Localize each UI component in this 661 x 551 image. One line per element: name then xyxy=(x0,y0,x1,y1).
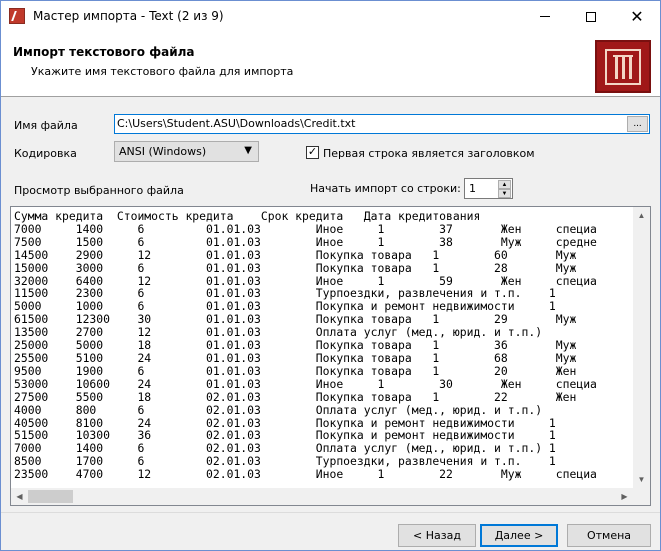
preview-line: Сумма кредита Стоимость кредита Срок кре… xyxy=(14,210,481,223)
app-icon xyxy=(9,8,25,24)
wizard-header: Импорт текстового файла Укажите имя текс… xyxy=(1,32,660,97)
preview-line: 23500 4700 12 02.01.03 Иное 1 22 Муж спе… xyxy=(14,467,597,482)
horizontal-scrollbar[interactable]: ◀ ▶ xyxy=(11,488,633,505)
chevron-down-icon: ▼ xyxy=(244,145,252,156)
title-bar[interactable]: Мастер импорта - Text (2 из 9) ✕ xyxy=(1,1,660,32)
back-button[interactable]: < Назад xyxy=(398,524,476,547)
minimize-icon xyxy=(540,16,550,17)
start-row-stepper[interactable]: 1 ▲ ▼ xyxy=(464,178,513,199)
file-name-label: Имя файла xyxy=(14,119,78,132)
encoding-label: Кодировка xyxy=(14,147,77,160)
scrollbar-corner xyxy=(633,488,650,505)
preview-line: 7000 1400 6 01.01.03 Иное 1 37 Жен специ… xyxy=(14,221,597,236)
header-title: Импорт текстового файла xyxy=(13,45,195,59)
preview-line: 25500 5100 24 01.01.03 Покупка товара 1 … xyxy=(14,350,577,365)
scroll-up-icon[interactable]: ▲ xyxy=(633,207,650,224)
header-row-checkbox-label[interactable]: Первая строка является заголовком xyxy=(323,147,535,160)
wizard-logo-icon xyxy=(595,40,651,93)
scroll-right-icon[interactable]: ▶ xyxy=(616,488,633,505)
vertical-scrollbar[interactable]: ▲ ▼ xyxy=(633,207,650,488)
logo-bar xyxy=(615,57,618,79)
preview-line: 15000 3000 6 01.01.03 Покупка товара 1 2… xyxy=(14,260,577,275)
browse-button[interactable]: ... xyxy=(627,116,648,132)
close-icon: ✕ xyxy=(630,6,644,26)
import-wizard-window: Мастер импорта - Text (2 из 9) ✕ Импорт … xyxy=(0,0,661,551)
file-preview[interactable]: Сумма кредита Стоимость кредита Срок кре… xyxy=(10,206,651,506)
preview-label: Просмотр выбранного файла xyxy=(14,184,184,197)
encoding-value: ANSI (Windows) xyxy=(119,145,207,158)
header-row-checkbox[interactable]: ✓ xyxy=(306,146,319,159)
next-button[interactable]: Далее > xyxy=(480,524,558,547)
close-button[interactable]: ✕ xyxy=(614,1,660,32)
checkmark-icon: ✓ xyxy=(307,146,318,158)
maximize-icon xyxy=(586,11,596,22)
scroll-down-icon[interactable]: ▼ xyxy=(633,471,650,488)
preview-line: 14500 2900 12 01.01.03 Покупка товара 1 … xyxy=(14,247,577,262)
preview-line: 53000 10600 24 01.01.03 Иное 1 30 Жен сп… xyxy=(14,376,597,391)
window-title: Мастер импорта - Text (2 из 9) xyxy=(33,9,224,23)
preview-line: 9500 1900 6 01.01.03 Покупка товара 1 20… xyxy=(14,363,577,378)
preview-line: 27500 5500 18 02.01.03 Покупка товара 1 … xyxy=(14,389,577,404)
header-subtitle: Укажите имя текстового файла для импорта xyxy=(31,65,294,78)
horizontal-scroll-thumb[interactable] xyxy=(28,490,73,503)
file-name-input[interactable]: C:\Users\Student.ASU\Downloads\Credit.tx… xyxy=(114,114,650,134)
logo-frame xyxy=(605,49,641,85)
stepper-up-icon[interactable]: ▲ xyxy=(498,180,511,189)
logo-bar xyxy=(622,57,625,79)
stepper-down-icon[interactable]: ▼ xyxy=(498,189,511,198)
scroll-left-icon[interactable]: ◀ xyxy=(11,488,28,505)
maximize-button[interactable] xyxy=(568,1,614,32)
preview-content: Сумма кредита Стоимость кредита Срок кре… xyxy=(14,210,634,484)
start-row-label: Начать импорт со строки: xyxy=(310,182,461,195)
footer-divider xyxy=(1,512,660,513)
start-row-value[interactable]: 1 xyxy=(469,182,476,195)
preview-line: 4000 800 6 02.01.03 Оплата услуг (мед., … xyxy=(14,402,543,417)
encoding-select[interactable]: ANSI (Windows) ▼ xyxy=(114,141,259,162)
preview-line: 7500 1500 6 01.01.03 Иное 1 38 Муж средн… xyxy=(14,234,597,249)
minimize-button[interactable] xyxy=(522,1,568,32)
logo-bar xyxy=(629,57,632,79)
cancel-button[interactable]: Отмена xyxy=(567,524,651,547)
